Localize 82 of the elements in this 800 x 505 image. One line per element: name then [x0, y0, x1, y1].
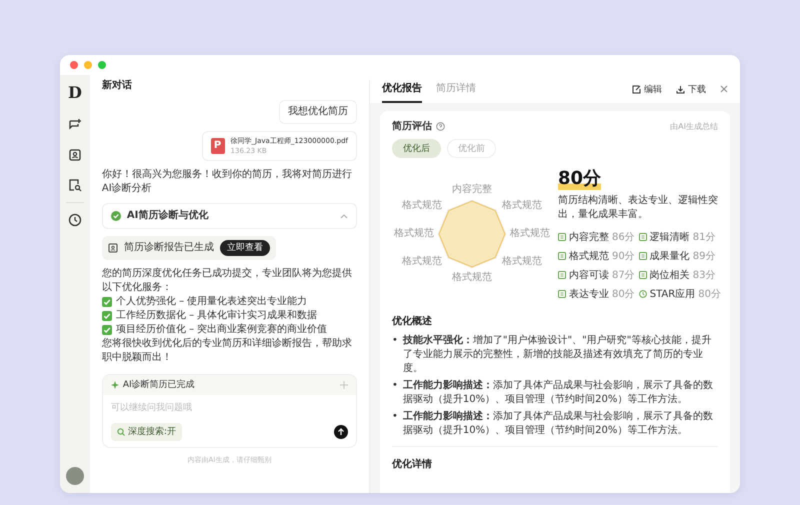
send-button[interactable]	[334, 425, 348, 439]
radar-axis-label: 格式规范	[502, 256, 542, 268]
metric-label: 表达专业	[569, 288, 609, 300]
report-notice-text: 简历诊断报告已生成	[124, 241, 214, 255]
document-icon	[558, 290, 566, 298]
sparkle-icon	[110, 381, 119, 389]
document-icon	[558, 270, 566, 278]
metric-label: STAR应用	[650, 288, 696, 300]
pdf-file-icon: P	[210, 138, 225, 154]
diagnosis-title: AI简历诊断与优化	[126, 209, 208, 223]
radar-axis-label: 格式规范	[452, 272, 492, 284]
sparkle-icon	[340, 381, 348, 389]
arrow-up-icon	[337, 428, 345, 436]
app-logo: D	[68, 83, 82, 102]
metric-label: 内容可读	[569, 268, 609, 282]
bullet-marker: •	[392, 410, 398, 424]
overview-item: 工作能力影响描述：添加了具体产品成果与社会影响，展示了具备的数据驱动（提升10%）、项目管理（节约时间20%）等工作方法。	[402, 410, 714, 438]
radar-axis-label: 格式规范	[502, 200, 542, 212]
radar-axis-label: 格式规范	[394, 228, 434, 240]
ai-summary-note: 由AI生成总结	[670, 120, 718, 132]
metric-score: 83分	[692, 268, 716, 282]
close-icon[interactable]	[720, 85, 728, 93]
message-composer[interactable]: AI诊断简历已完成 可以继续问我问题哦 深度搜索:开	[102, 374, 357, 448]
overview-item: 技能水平强化：增加了"用户体验设计"、"用户研究"等核心技能，提升了专业能力展示的完整性，新增的技能及描述有效填充了简历的专业度。	[402, 334, 712, 376]
summary-closing: 您将很快收到优化后的专业简历和详细诊断报告，帮助求职中脱颖而出！	[102, 337, 353, 365]
diagnosis-panel-header[interactable]: AI简历诊断与优化	[102, 203, 357, 229]
document-icon	[558, 252, 566, 260]
document-icon	[638, 270, 647, 278]
radar-axis-label: 内容完整	[452, 184, 492, 196]
user-message: 我想优化简历	[279, 100, 357, 124]
radar-axis-label: 格式规范	[402, 256, 442, 268]
metric-label: 岗位相关	[650, 268, 690, 282]
metric-label: 逻辑清晰	[650, 230, 690, 244]
metric-score: 80分	[698, 288, 721, 300]
view-now-button[interactable]: 立即查看	[220, 240, 270, 256]
assistant-message: 你好！很高兴为您服务！收到你的简历，我将对简历进行AI诊断分析	[102, 168, 353, 196]
overall-score: 80分	[558, 168, 602, 190]
edit-icon	[632, 84, 641, 94]
bullet-marker: •	[392, 379, 398, 393]
metric-label: 格式规范	[569, 250, 609, 262]
section-title: 简历评估	[392, 120, 432, 133]
section-title: 优化详情	[392, 457, 433, 471]
service-item: 个人优势强化 – 使用量化表述突出专业能力	[116, 295, 308, 309]
metric-score: 89分	[692, 250, 716, 262]
window-control[interactable]	[70, 61, 78, 69]
summary-intro: 您的简历深度优化任务已成功提交，专业团队将为您提供以下优化服务：	[102, 267, 353, 295]
metric-score: 87分	[612, 268, 635, 282]
document-search-icon[interactable]	[68, 178, 82, 192]
contact-card-icon	[108, 243, 118, 253]
overview-item: 工作能力影响描述：添加了具体产品成果与社会影响，展示了具备的数据驱动（提升10%）、项目管理（节约时间20%）等工作方法。	[402, 379, 714, 407]
metric-label: 成果量化	[650, 250, 690, 262]
document-icon	[558, 232, 566, 240]
radar-axis-label: 格式规范	[510, 228, 550, 240]
download-icon	[676, 84, 685, 94]
document-icon	[638, 232, 647, 240]
contact-card-icon[interactable]	[68, 148, 82, 162]
score-comment: 简历结构清晰、表达专业、逻辑性突出，量化成果丰富。	[558, 194, 719, 222]
service-item: 项目经历价值化 – 突出商业案例竞赛的商业价值	[116, 323, 328, 337]
document-icon	[638, 252, 647, 260]
download-button[interactable]: 下载	[676, 82, 706, 96]
version-toggle[interactable]: 优化后	[392, 139, 441, 158]
service-item: 工作经历数据化 – 具体化审计实习成果和数据	[116, 309, 318, 323]
chevron-up-icon[interactable]	[340, 213, 348, 219]
clock-icon	[638, 290, 647, 298]
bullet-marker: •	[392, 334, 398, 348]
metric-label: 内容完整	[569, 230, 609, 244]
report-tab[interactable]: 优化报告	[382, 75, 422, 103]
edit-button[interactable]: 编辑	[632, 82, 662, 96]
deep-search-toggle[interactable]: 深度搜索:开	[110, 423, 182, 441]
window-control[interactable]	[98, 61, 106, 69]
composer-status: AI诊断简历已完成	[122, 378, 195, 392]
avatar[interactable]	[66, 467, 84, 485]
metric-score: 80分	[612, 288, 635, 300]
metric-score: 81分	[692, 230, 716, 244]
clock-icon[interactable]	[68, 213, 82, 227]
help-icon[interactable]	[436, 122, 445, 130]
section-title: 优化概述	[392, 314, 433, 328]
chat-plus-icon[interactable]	[68, 118, 82, 132]
chat-title: 新对话	[102, 79, 133, 93]
metric-score: 90分	[612, 250, 635, 262]
radar-axis-label: 格式规范	[402, 200, 442, 212]
metric-score: 86分	[612, 230, 635, 244]
